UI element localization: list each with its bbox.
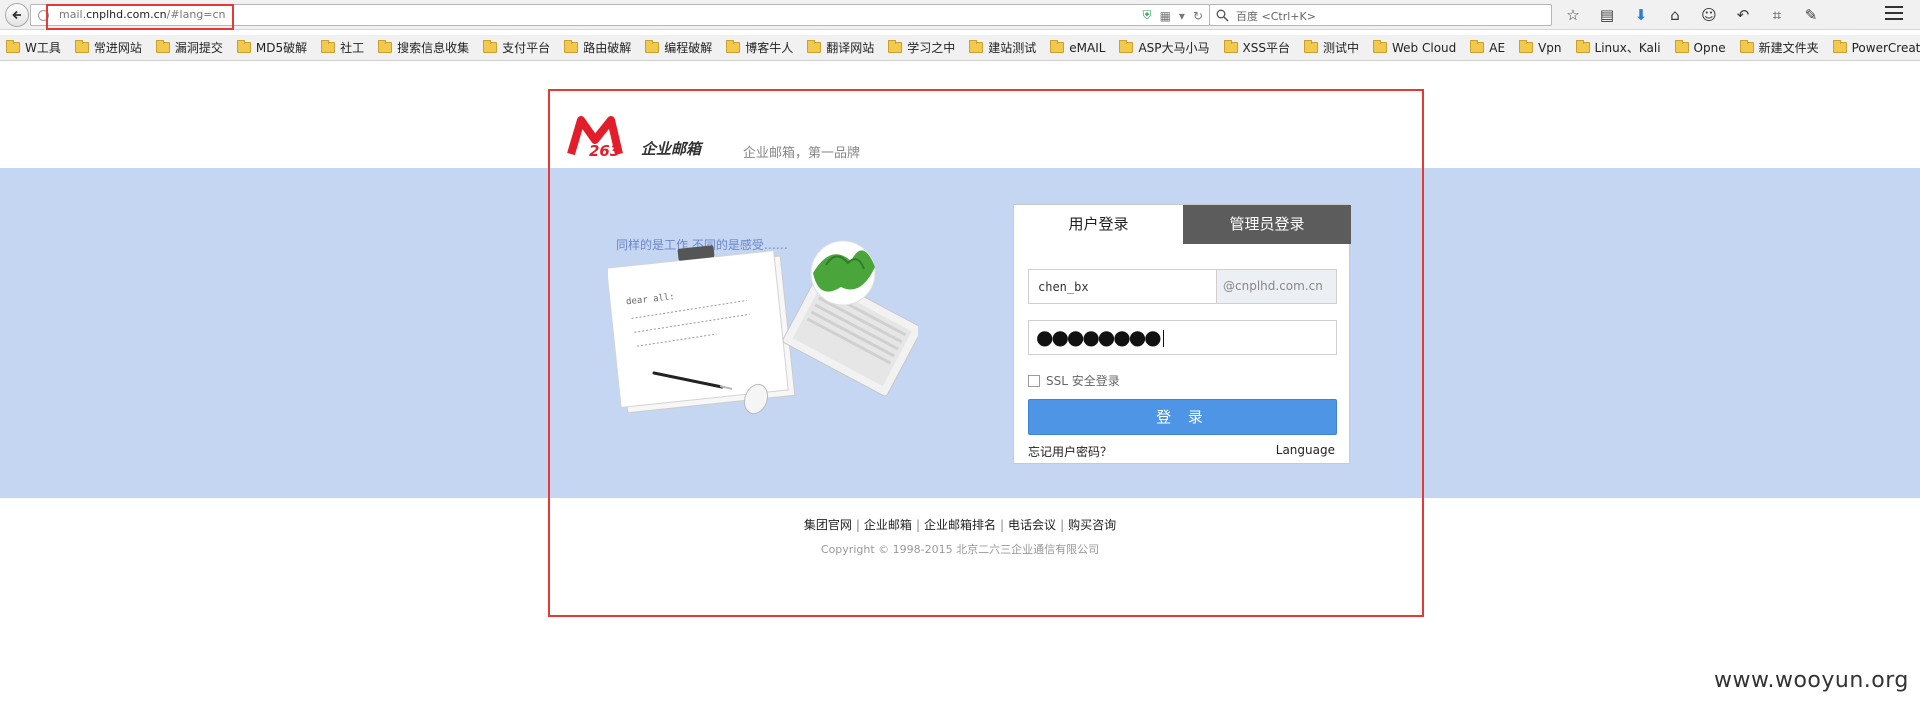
bookmark-item[interactable]: W工具	[6, 39, 61, 56]
folder-icon	[1674, 40, 1689, 53]
reload-icon[interactable]: ↻	[1193, 9, 1203, 23]
bookmark-label: 路由破解	[583, 41, 632, 55]
folder-icon	[1304, 40, 1318, 53]
folder-icon	[74, 40, 89, 53]
search-icon	[1216, 9, 1229, 22]
bookmark-item[interactable]: 编程破解	[645, 39, 712, 56]
bookmark-item[interactable]: 漏洞提交	[155, 39, 223, 56]
bookmark-label: 编程破解	[664, 41, 713, 55]
shield-icon[interactable]: ⛨	[1143, 8, 1152, 23]
bookmark-label: XSS平台	[1242, 41, 1290, 55]
bookmark-item[interactable]: Opne	[1674, 40, 1726, 55]
bookmark-item[interactable]: ASP大马小马	[1119, 39, 1210, 56]
bookmark-label: Web Cloud	[1392, 40, 1457, 55]
folder-icon	[1739, 40, 1754, 53]
bookmark-item[interactable]: 新建文件夹	[1739, 39, 1819, 56]
back-arrow-icon	[12, 10, 21, 20]
back-button[interactable]	[5, 3, 29, 27]
url-highlight-box	[46, 4, 234, 30]
url-icons: ⛨ ▦ ▾ ↻	[1143, 8, 1203, 23]
folder-icon	[483, 40, 498, 53]
bookmark-item[interactable]: 社工	[321, 39, 364, 56]
bookmark-label: 学习之中	[907, 41, 956, 55]
bookmark-label: MD5破解	[255, 41, 308, 55]
bookmark-item[interactable]: Web Cloud	[1373, 40, 1457, 55]
bookmark-label: eMAIL	[1069, 40, 1106, 55]
search-bar[interactable]: 百度 <Ctrl+K>	[1209, 4, 1552, 26]
bookmark-item[interactable]: PowerCreator CMS	[1832, 40, 1920, 55]
folder-icon	[236, 40, 251, 53]
bookmark-label: PowerCreator CMS	[1851, 40, 1920, 55]
bookmark-label: Opne	[1693, 40, 1726, 55]
browser-toolbar: mail.cnplhd.com.cn/#lang=cn ⛨ ▦ ▾ ↻ 百度 <…	[0, 0, 1920, 30]
folder-icon	[969, 40, 984, 53]
hamburger-menu-icon[interactable]	[1885, 6, 1903, 22]
folder-icon	[564, 40, 579, 53]
bookmark-label: Vpn	[1538, 40, 1562, 55]
folder-icon	[645, 40, 660, 53]
bookmark-item[interactable]: 学习之中	[888, 39, 955, 56]
folder-icon	[1470, 40, 1485, 53]
folder-icon	[1519, 40, 1534, 53]
bookmark-item[interactable]: XSS平台	[1223, 39, 1290, 56]
login-highlight-box	[548, 89, 1424, 617]
home-icon[interactable]: ⌂	[1665, 5, 1685, 25]
bookmark-item[interactable]: eMAIL	[1050, 40, 1106, 55]
folder-icon	[1832, 40, 1847, 53]
bookmark-star-icon[interactable]: ☆	[1563, 5, 1583, 25]
bookmark-item[interactable]: 搜索信息收集	[378, 39, 469, 56]
bookmark-label: 支付平台	[502, 41, 551, 55]
folder-icon	[1575, 40, 1590, 53]
reading-list-icon[interactable]: ▤	[1597, 5, 1617, 25]
undo-icon[interactable]: ↶	[1733, 5, 1753, 25]
watermark: www.wooyun.org	[1714, 668, 1909, 693]
bookmark-label: ASP大马小马	[1138, 41, 1210, 55]
bookmark-item[interactable]: 路由破解	[564, 39, 631, 56]
bookmark-label: 新建文件夹	[1758, 41, 1819, 55]
bookmark-item[interactable]: 建站测试	[969, 39, 1036, 56]
folder-icon	[1223, 40, 1238, 53]
search-placeholder: 百度 <Ctrl+K>	[1236, 10, 1316, 23]
bookmark-item[interactable]: Linux、Kali	[1575, 39, 1661, 56]
bookmark-item[interactable]: 测试中	[1304, 39, 1359, 56]
bookmark-item[interactable]: MD5破解	[236, 39, 308, 56]
bookmark-item[interactable]: 常进网站	[74, 39, 142, 56]
bookmark-item[interactable]: 翻译网站	[807, 39, 874, 56]
bookmark-item[interactable]: AE	[1470, 40, 1506, 55]
folder-icon	[155, 40, 170, 53]
bookmark-label: AE	[1489, 40, 1506, 55]
folder-icon	[321, 40, 336, 53]
folder-icon	[888, 40, 903, 53]
chat-icon[interactable]: ☺	[1699, 5, 1719, 25]
bookmark-item[interactable]: 支付平台	[483, 39, 550, 56]
dropdown-icon[interactable]: ▾	[1179, 9, 1185, 23]
bookmark-label: 建站测试	[988, 41, 1037, 55]
toolbar-icons: ☆ ▤ ⬇ ⌂ ☺ ↶ ⌗ ✎	[1563, 5, 1821, 25]
bookmark-label: 常进网站	[93, 41, 142, 55]
folder-icon	[1050, 40, 1065, 53]
bookmark-label: 社工	[340, 41, 365, 55]
bookmark-label: 搜索信息收集	[397, 41, 470, 55]
qrcode-icon[interactable]: ▦	[1160, 9, 1171, 23]
bookmark-label: 漏洞提交	[174, 41, 223, 55]
crop-icon[interactable]: ⌗	[1767, 5, 1787, 25]
bookmarks-bar: W工具 常进网站 漏洞提交 MD5破解 社工 搜索信息收集 支付平台 路由破解 编程破解 博客牛人…	[0, 35, 1920, 61]
speech-bubble-icon[interactable]: ✎	[1801, 5, 1821, 25]
download-icon[interactable]: ⬇	[1631, 5, 1651, 25]
bookmark-label: 测试中	[1323, 41, 1360, 55]
folder-icon	[1373, 40, 1388, 53]
folder-icon	[6, 40, 20, 53]
folder-icon	[807, 40, 822, 53]
bookmark-label: 翻译网站	[826, 41, 875, 55]
folder-icon	[378, 40, 393, 53]
bookmark-label: 博客牛人	[745, 41, 794, 55]
folder-icon	[726, 40, 741, 53]
folder-icon	[1119, 40, 1134, 53]
bookmark-item[interactable]: 博客牛人	[726, 39, 793, 56]
bookmark-label: W工具	[25, 41, 61, 55]
bookmark-label: Linux、Kali	[1594, 41, 1661, 55]
bookmark-item[interactable]: Vpn	[1519, 40, 1562, 55]
